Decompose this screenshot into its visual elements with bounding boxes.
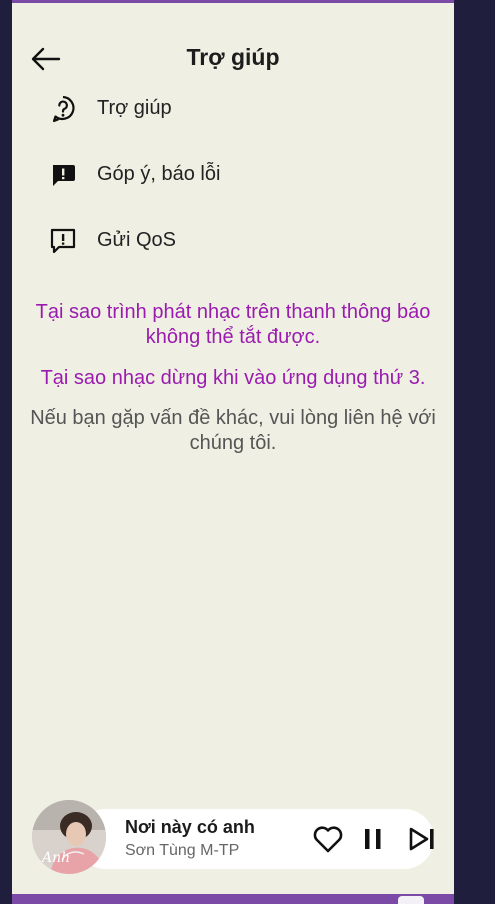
pause-icon[interactable] bbox=[356, 822, 390, 856]
faq-link-music-stops[interactable]: Tại sao nhạc dừng khi vào ứng dụng thứ 3… bbox=[24, 366, 442, 391]
menu-item-label: Gửi QoS bbox=[97, 229, 176, 251]
nav-indicator bbox=[398, 896, 424, 904]
album-cover[interactable]: Anh bbox=[32, 800, 106, 874]
cover-caption: Anh bbox=[42, 850, 71, 866]
menu-item-label: Trợ giúp bbox=[97, 97, 172, 119]
menu-item-help[interactable]: Trợ giúp bbox=[12, 84, 454, 134]
contact-note: Nếu bạn gặp vấn đề khác, vui lòng liên h… bbox=[30, 407, 436, 454]
faq-link-notification-player[interactable]: Tại sao trình phát nhạc trên thanh thông… bbox=[24, 300, 442, 350]
menu-item-send-qos[interactable]: Gửi QoS bbox=[12, 216, 454, 266]
artist-name: Sơn Tùng M-TP bbox=[125, 842, 240, 859]
feedback-icon bbox=[48, 160, 78, 190]
menu-item-label: Góp ý, báo lỗi bbox=[97, 163, 221, 185]
page-title: Trợ giúp bbox=[186, 44, 280, 70]
mini-player[interactable]: Anh Nơi này có anh Sơn Tùng M-TP bbox=[32, 800, 434, 876]
menu-item-feedback[interactable]: Góp ý, báo lỗi bbox=[12, 150, 454, 200]
app-screen: Trợ giúp Trợ giúp Góp ý, báo lỗi Gửi QoS… bbox=[12, 0, 454, 904]
bottom-nav-strip bbox=[12, 894, 454, 904]
heart-icon[interactable] bbox=[311, 822, 345, 856]
song-title: Nơi này có anh bbox=[125, 817, 255, 837]
help-circle-icon bbox=[48, 94, 78, 124]
report-chat-icon bbox=[48, 226, 78, 256]
app-header: Trợ giúp bbox=[12, 36, 454, 80]
status-strip bbox=[12, 0, 454, 3]
skip-next-icon[interactable] bbox=[406, 822, 440, 856]
